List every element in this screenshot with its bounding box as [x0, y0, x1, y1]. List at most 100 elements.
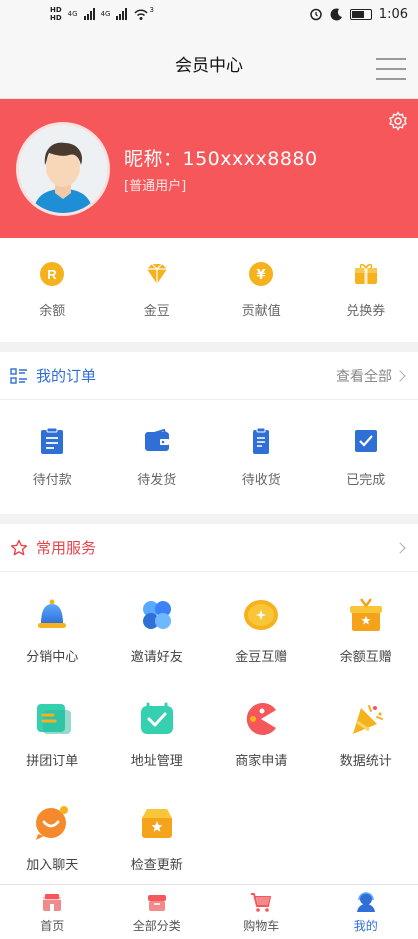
service-invite-friends[interactable]: 邀请好友	[105, 578, 210, 682]
service-group-orders[interactable]: 拼团订单	[0, 682, 105, 786]
hd-label-2: HD	[50, 14, 62, 22]
party-icon	[352, 704, 383, 734]
battery-icon	[349, 8, 372, 20]
order-pending-shipment[interactable]: 待发货	[105, 400, 210, 514]
gift-box-icon	[349, 597, 382, 631]
invite-icon	[142, 600, 171, 629]
service-label: 商家申请	[235, 753, 288, 769]
completed-icon	[354, 429, 377, 452]
status-bar-left: HD HD 4G 4G 3	[50, 6, 154, 22]
wallet-item-coupon[interactable]: 兑换券	[314, 238, 418, 342]
pending-shipment-icon	[144, 428, 169, 451]
network-label-1: 4G	[67, 10, 78, 18]
orders-row: 待付款 待发货 待收货 已完成	[0, 400, 418, 514]
orders-title: 我的订单	[36, 367, 97, 385]
settings-gear-icon[interactable]	[388, 111, 408, 131]
service-label: 数据统计	[339, 753, 392, 769]
profile-banner: 昵称：150xxxx8880 [普通用户]	[0, 99, 418, 238]
menu-icon[interactable]	[376, 58, 406, 80]
tab-label: 购物车	[243, 918, 280, 933]
chat-icon	[36, 805, 69, 840]
service-data-statistics[interactable]: 数据统计	[314, 682, 418, 786]
tab-label: 首页	[40, 918, 65, 933]
service-label: 邀请好友	[130, 649, 183, 665]
wallet-row: R 余额 金豆 ¥ 贡献值 兑换券	[0, 238, 418, 342]
service-label: 地址管理	[130, 753, 183, 769]
wallet-label: 金豆	[143, 304, 170, 319]
nickname: 昵称：150xxxx8880	[124, 147, 318, 170]
service-label: 检查更新	[130, 857, 183, 873]
chevron-right-icon[interactable]	[394, 541, 406, 554]
user-type: [普通用户]	[124, 178, 187, 194]
service-label: 分销中心	[26, 649, 79, 665]
service-gold-bean-gift[interactable]: 金豆互赠	[209, 578, 314, 682]
wallet-item-balance[interactable]: R 余额	[0, 238, 105, 342]
gold-bean-icon	[146, 263, 167, 284]
service-distribution-center[interactable]: 分销中心	[0, 578, 105, 682]
wallet-item-gold-bean[interactable]: 金豆	[105, 238, 210, 342]
order-pending-receipt[interactable]: 待收货	[209, 400, 314, 514]
group-order-icon	[37, 703, 72, 734]
wallet-label: 余额	[39, 304, 66, 319]
wifi-label: 3	[149, 6, 154, 14]
merchant-icon	[247, 702, 277, 735]
star-icon	[10, 539, 28, 555]
order-pending-payment[interactable]: 待付款	[0, 400, 105, 514]
profile-icon	[356, 891, 375, 912]
service-merchant-application[interactable]: 商家申请	[209, 682, 314, 786]
wallet-label: 兑换券	[346, 304, 386, 319]
pending-receipt-icon	[253, 427, 270, 454]
svg-text:R: R	[48, 267, 58, 282]
service-label: 金豆互赠	[235, 649, 288, 665]
tab-label: 全部分类	[132, 918, 181, 933]
svg-text:¥: ¥	[257, 268, 266, 283]
orders-section: 我的订单 查看全部 待付款 待发货 待收货 已完成	[0, 352, 418, 514]
avatar-illustration-icon	[19, 124, 107, 213]
home-icon	[43, 893, 62, 911]
contribution-icon: ¥	[249, 262, 274, 286]
services-grid: 分销中心 邀请好友 金豆互赠 余额互赠 拼团订单 地址管理 商家申请 数据统计 …	[0, 572, 418, 898]
services-title: 常用服务	[36, 539, 97, 557]
service-check-update[interactable]: 检查更新	[105, 786, 210, 890]
order-list-icon	[10, 367, 27, 384]
order-label: 待付款	[32, 472, 72, 488]
status-bar-right: 1:06	[309, 7, 408, 22]
order-label: 已完成	[346, 472, 386, 488]
avatar[interactable]	[16, 121, 110, 216]
wallet-item-contribution[interactable]: ¥ 贡献值	[209, 238, 314, 342]
tab-bar: 首页 全部分类 购物车 我的	[0, 884, 418, 939]
services-section: 常用服务 分销中心 邀请好友 金豆互赠 余额互赠 拼团订单 地址管理 商家申请 …	[0, 524, 418, 898]
chevron-right-icon	[394, 369, 406, 382]
service-address-management[interactable]: 地址管理	[105, 682, 210, 786]
category-icon	[147, 894, 166, 911]
order-label: 待发货	[137, 472, 177, 488]
tab-categories[interactable]: 全部分类	[105, 885, 210, 939]
balance-icon: R	[40, 262, 65, 286]
wallet-label: 贡献值	[241, 304, 281, 319]
service-label: 余额互赠	[339, 649, 392, 665]
service-balance-gift[interactable]: 余额互赠	[314, 578, 418, 682]
profile-info: 昵称：150xxxx8880 [普通用户]	[124, 144, 318, 194]
service-join-chat[interactable]: 加入聊天	[0, 786, 105, 890]
services-header[interactable]: 常用服务	[0, 524, 418, 572]
update-icon	[141, 808, 172, 838]
cart-icon	[251, 892, 272, 912]
page-title: 会员中心	[175, 55, 243, 76]
nav-bar: 会员中心	[0, 28, 418, 99]
clock: 1:06	[378, 6, 408, 22]
signal-icon-2	[116, 8, 128, 20]
tab-cart[interactable]: 购物车	[209, 885, 314, 939]
tab-label: 我的	[353, 918, 378, 933]
wifi-icon	[134, 9, 149, 20]
order-completed[interactable]: 已完成	[314, 400, 418, 514]
coupon-icon	[354, 263, 377, 284]
pending-payment-icon	[41, 427, 64, 454]
hd-label-1: HD	[50, 6, 62, 14]
order-label: 待收货	[241, 472, 281, 488]
tab-profile[interactable]: 我的	[314, 885, 418, 939]
orders-header[interactable]: 我的订单 查看全部	[0, 352, 418, 400]
view-all-orders-link[interactable]: 查看全部	[336, 366, 392, 386]
moon-icon	[330, 7, 342, 20]
signal-icon	[83, 8, 95, 20]
tab-home[interactable]: 首页	[0, 885, 105, 939]
